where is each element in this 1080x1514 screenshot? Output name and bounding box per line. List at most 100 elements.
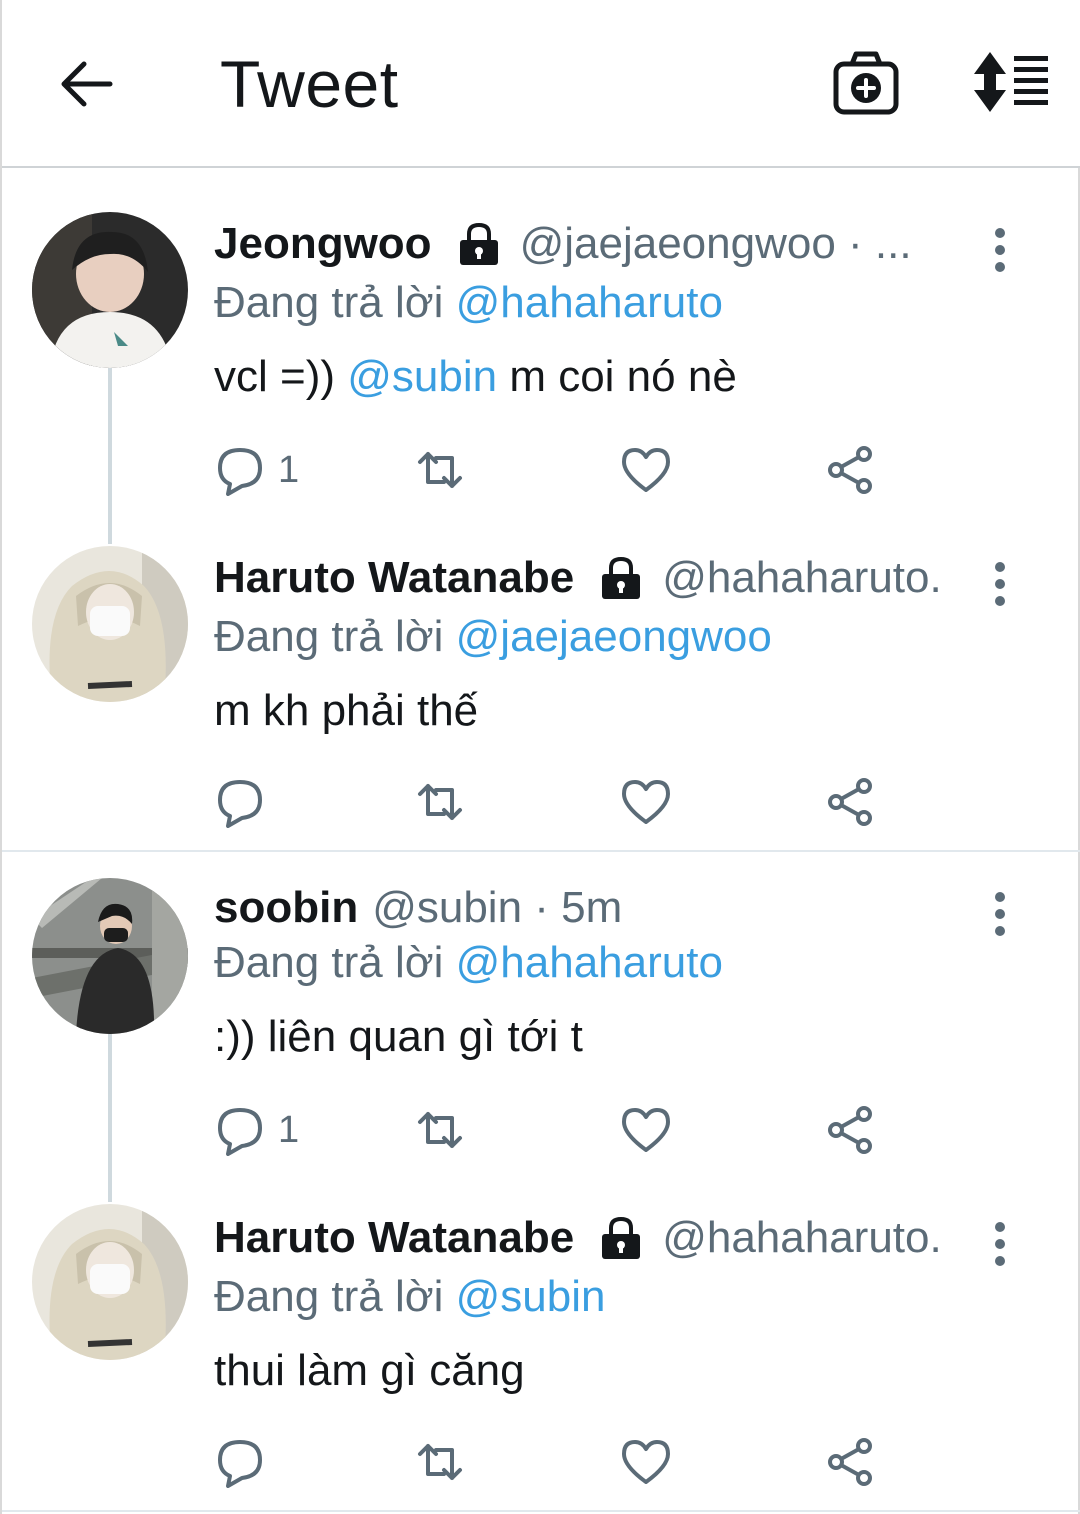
tweet-text-part: vcl =)) <box>214 352 335 401</box>
camera-plus-icon <box>833 51 899 115</box>
tweet-actions: 1 <box>214 440 914 500</box>
app-frame: Tweet Jeongwoo @jaejaeongwoo · ... Đang … <box>0 0 1080 1514</box>
tweet-header: Haruto Watanabe @hahaharuto. <box>214 1210 970 1266</box>
display-name[interactable]: soobin <box>214 883 358 933</box>
dot <box>995 909 1005 919</box>
dot <box>995 1256 1005 1266</box>
replying-to: Đang trả lời @subin <box>214 1272 605 1322</box>
avatar[interactable] <box>32 212 188 368</box>
reply-button[interactable]: 1 <box>214 1100 299 1160</box>
tweet-text: :)) liên quan gì tới t <box>214 1012 583 1061</box>
heart-icon <box>622 1108 670 1152</box>
camera-button[interactable] <box>830 48 902 120</box>
share-icon <box>828 1438 872 1486</box>
more-options-button[interactable] <box>984 886 1016 942</box>
sort-replies-button[interactable] <box>970 50 1052 114</box>
arrow-left-icon <box>61 61 113 107</box>
avatar[interactable] <box>32 546 188 702</box>
heart-icon <box>622 780 670 824</box>
replying-to-label: Đang trả lời <box>214 1272 444 1321</box>
dot <box>995 579 1005 589</box>
like-button[interactable] <box>620 1432 672 1492</box>
display-name[interactable]: Haruto Watanabe <box>214 1213 574 1263</box>
replying-to-mention[interactable]: @jaejaeongwoo <box>456 612 772 661</box>
more-options-button[interactable] <box>984 222 1016 278</box>
avatar-image <box>32 1204 188 1360</box>
retweet-button[interactable] <box>414 1432 466 1492</box>
dot <box>995 1222 1005 1232</box>
reply-icon <box>218 1108 262 1156</box>
retweet-icon <box>418 1444 462 1480</box>
lock-icon <box>602 1216 641 1259</box>
like-button[interactable] <box>620 440 672 500</box>
reply-icon <box>218 1440 262 1488</box>
dot <box>995 926 1005 936</box>
tweet-text: thui làm gì căng <box>214 1346 525 1395</box>
handle-and-time: @hahaharuto. <box>662 553 942 602</box>
page-title: Tweet <box>220 47 399 121</box>
retweet-icon <box>418 452 462 488</box>
heart-icon <box>622 1440 670 1484</box>
dot <box>995 262 1005 272</box>
sort-replies-icon <box>974 52 1048 112</box>
handle-and-time: @jaejaeongwoo · ... <box>519 219 912 268</box>
handle-and-time: @hahaharuto. <box>662 1213 942 1262</box>
reply-count: 1 <box>278 448 300 491</box>
replying-to-mention[interactable]: @hahaharuto <box>456 938 723 987</box>
tweet-mention[interactable]: @subin <box>347 352 497 401</box>
retweet-button[interactable] <box>414 440 466 500</box>
share-icon <box>828 446 872 494</box>
replying-to: Đang trả lời @hahaharuto <box>214 938 723 988</box>
lock-icon <box>459 222 498 265</box>
top-app-bar: Tweet <box>2 0 1080 168</box>
lock-icon <box>602 556 641 599</box>
reply-icon <box>218 448 262 496</box>
avatar[interactable] <box>32 878 188 1034</box>
dot <box>995 1239 1005 1249</box>
share-button[interactable] <box>826 1432 878 1492</box>
like-button[interactable] <box>620 1100 672 1160</box>
share-button[interactable] <box>826 1100 878 1160</box>
tweet-actions: 1 <box>214 1100 914 1160</box>
avatar[interactable] <box>32 1204 188 1360</box>
dot <box>995 228 1005 238</box>
more-options-button[interactable] <box>984 1216 1016 1272</box>
replying-to-label: Đang trả lời <box>214 278 444 327</box>
retweet-icon <box>418 784 462 820</box>
tweet-actions <box>214 1432 914 1492</box>
like-button[interactable] <box>620 772 672 832</box>
tweet-header: soobin @subin · 5m <box>214 880 954 936</box>
thread-connector <box>108 1034 112 1202</box>
reply-button[interactable] <box>214 772 278 832</box>
replying-to-mention[interactable]: @subin <box>456 1272 606 1321</box>
share-button[interactable] <box>826 440 878 500</box>
replying-to: Đang trả lời @jaejaeongwoo <box>214 612 772 662</box>
replying-to-mention[interactable]: @hahaharuto <box>456 278 723 327</box>
tweet-header: Jeongwoo @jaejaeongwoo · ... <box>214 216 954 272</box>
avatar-image <box>32 878 188 1034</box>
tweet-text: m kh phải thế <box>214 686 479 735</box>
tweet-text: vcl =)) @subin m coi nó nè <box>214 352 737 402</box>
tweet-actions <box>214 772 914 832</box>
share-icon <box>828 778 872 826</box>
reply-count: 1 <box>278 1108 300 1151</box>
thread-divider <box>2 850 1080 852</box>
reply-button[interactable] <box>214 1432 278 1492</box>
reply-button[interactable]: 1 <box>214 440 299 500</box>
share-button[interactable] <box>826 772 878 832</box>
tweet-header: Haruto Watanabe @hahaharuto. <box>214 550 970 606</box>
avatar-image <box>32 212 188 368</box>
replying-to-label: Đang trả lời <box>214 938 444 987</box>
retweet-button[interactable] <box>414 1100 466 1160</box>
tweet-text-part: m coi nó nè <box>509 352 737 401</box>
retweet-button[interactable] <box>414 772 466 832</box>
back-button[interactable] <box>54 52 118 116</box>
display-name[interactable]: Jeongwoo <box>214 219 432 269</box>
dot <box>995 245 1005 255</box>
dot <box>995 892 1005 902</box>
handle-and-time: @subin · 5m <box>372 883 623 932</box>
display-name[interactable]: Haruto Watanabe <box>214 553 574 603</box>
reply-icon <box>218 780 262 828</box>
more-options-button[interactable] <box>984 556 1016 612</box>
dot <box>995 562 1005 572</box>
